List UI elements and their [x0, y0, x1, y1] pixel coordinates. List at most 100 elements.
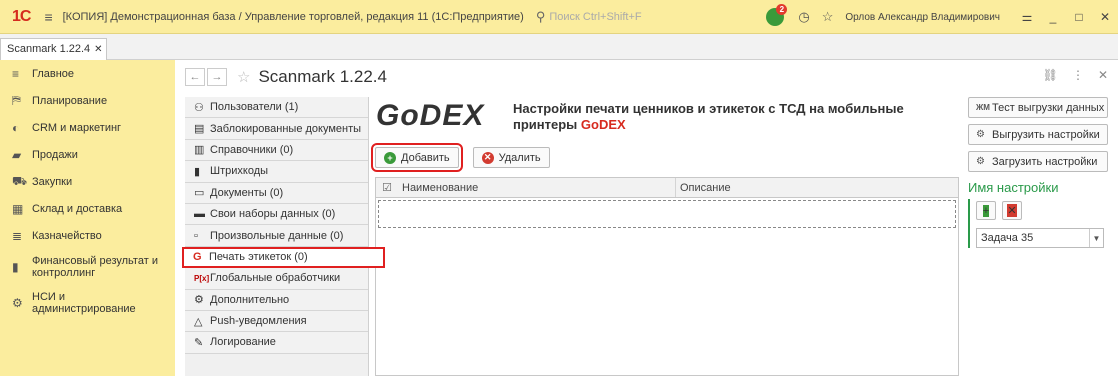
document-icon: ▭ — [194, 187, 205, 200]
hamburger-menu-icon[interactable]: ≡ — [44, 9, 52, 25]
global-search[interactable]: ⚲ Поиск Ctrl+Shift+F — [536, 9, 642, 25]
favorites-star-icon[interactable]: ☆ — [822, 9, 834, 25]
settings-menu-icon[interactable]: ⚌ — [1014, 10, 1040, 24]
column-header-description[interactable]: Описание — [675, 178, 958, 197]
barcode-icon: ▮ — [194, 165, 201, 178]
import-settings-button[interactable]: ⚙ Загрузить настройки — [968, 151, 1108, 172]
chart-icon: ▮ — [12, 260, 19, 274]
maximize-button[interactable]: □ — [1066, 10, 1092, 24]
close-form-icon[interactable]: ✕ — [1098, 68, 1108, 82]
add-button[interactable]: + Добавить — [371, 143, 463, 172]
export-icon: ⚙ — [976, 129, 985, 140]
nav-admin[interactable]: ⚙ НСИ и администрирование — [0, 285, 175, 321]
current-user[interactable]: Орлов Александр Владимирович — [845, 12, 1000, 23]
settings-table: ☑ Наименование Описание — [375, 177, 959, 376]
settings-mini-toolbar: + ✕ — [976, 201, 1108, 220]
nav-finance[interactable]: ▮ Финансовый результат и контроллинг — [0, 249, 175, 285]
nav-label: Главное — [32, 67, 75, 80]
nav-purchases[interactable]: ⛟ Закупки — [0, 168, 175, 195]
notifications-icon[interactable]: 2 — [766, 4, 788, 26]
toolbar: + Добавить ✕ Удалить — [371, 143, 550, 172]
sections-panel: ≡ Главное ⛿ Планирование ◐ CRM и маркетинг … — [0, 60, 175, 376]
panel-title-brand: GoDEX — [580, 117, 626, 132]
list-item-label: Push-уведомления — [210, 315, 307, 328]
back-arrow-icon[interactable]: ← — [185, 68, 205, 86]
checkbox-column-icon: ☑ — [382, 182, 392, 194]
nav-sales[interactable]: ▰ Продажи — [0, 141, 175, 168]
cart-icon: ⛟ — [12, 173, 28, 188]
forward-arrow-icon[interactable]: → — [207, 68, 227, 86]
search-placeholder: Поиск Ctrl+Shift+F — [549, 10, 642, 23]
godex-logo: GoDEX — [376, 99, 485, 132]
table-row[interactable] — [378, 200, 956, 228]
remove-setting-button[interactable]: ✕ — [1002, 201, 1022, 220]
nav-warehouse[interactable]: ▦ Склад и доставка — [0, 195, 175, 222]
tab-scanmark[interactable]: Scanmark 1.22.4 ✕ — [0, 38, 107, 60]
delete-icon: ✕ — [481, 151, 494, 164]
list-item-users[interactable]: ⚇ Пользователи (1) — [185, 97, 368, 119]
add-setting-button[interactable]: + — [976, 201, 996, 220]
list-item-custom-data[interactable]: ▫ Произвольные данные (0) — [185, 225, 368, 247]
minimize-button[interactable]: _ — [1040, 10, 1066, 24]
window-title: [КОПИЯ] Демонстрационная база / Управлен… — [62, 10, 524, 23]
form-area: ← → ☆ Scanmark 1.22.4 ⛓ ⋮ ✕ ⚇ Пользовател… — [175, 60, 1118, 376]
warehouse-icon: ▦ — [12, 201, 24, 216]
list-item-label: Справочники (0) — [210, 143, 294, 156]
list-item-barcodes[interactable]: ▮ Штрихкоды — [185, 161, 368, 183]
open-tabs-bar: Scanmark 1.22.4 ✕ — [0, 34, 1118, 60]
list-item-label-printing[interactable]: G Печать этикеток (0) — [182, 246, 385, 269]
handler-icon: P[x] — [194, 273, 210, 283]
chevron-down-icon[interactable]: ▼ — [1089, 229, 1103, 247]
close-button[interactable]: ✕ — [1092, 10, 1118, 24]
link-icon[interactable]: ⛓ — [1043, 68, 1058, 82]
list-item-datasets[interactable]: ▬ Свои наборы данных (0) — [185, 203, 368, 226]
task-select-value: Задача 35 — [981, 232, 1034, 244]
plus-icon: + — [982, 204, 990, 217]
list-item-push[interactable]: △ Push-уведомления — [185, 310, 368, 333]
bell-icon: △ — [194, 315, 203, 328]
nav-label: Казначейство — [32, 229, 102, 242]
test-export-button[interactable]: ЖМ Тест выгрузки данных — [968, 97, 1108, 118]
title-bar: 1С ≡ [КОПИЯ] Демонстрационная база / Упр… — [0, 0, 1118, 34]
settings-name-label: Имя настройки — [968, 180, 1059, 195]
list-item-locked-docs[interactable]: ▤ Заблокированные документы — [185, 118, 368, 140]
import-icon: ⚙ — [976, 156, 985, 167]
table-header: ☑ Наименование Описание — [376, 178, 958, 198]
list-item-logging[interactable]: ✎ Логирование — [185, 332, 368, 354]
test-icon: ЖМ — [976, 103, 990, 112]
notifications-badge: 2 — [776, 4, 788, 15]
column-header-name[interactable]: Наименование — [398, 182, 675, 194]
plus-icon: + — [384, 151, 396, 164]
nav-planning[interactable]: ⛿ Планирование — [0, 87, 175, 114]
table-icon: ▥ — [194, 144, 205, 157]
list-item-catalogs[interactable]: ▥ Справочники (0) — [185, 139, 368, 162]
list-item-label: Пользователи (1) — [210, 101, 299, 114]
list-item-documents[interactable]: ▭ Документы (0) — [185, 182, 368, 204]
nav-treasury[interactable]: ≣ Казначейство — [0, 222, 175, 249]
app-logo: 1С — [12, 7, 31, 25]
menu-icon: ≡ — [12, 66, 20, 81]
users-icon: ⚇ — [194, 101, 204, 114]
more-icon[interactable]: ⋮ — [1072, 68, 1084, 82]
nav-main[interactable]: ≡ Главное — [0, 60, 175, 87]
godex-g-icon: G — [193, 251, 202, 264]
task-select[interactable]: Задача 35 ▼ — [976, 228, 1104, 248]
panel-title-text: Настройки печати ценников и этикеток с Т… — [513, 101, 904, 132]
planning-icon: ⛿ — [12, 93, 21, 107]
nav-label: Продажи — [32, 148, 78, 161]
add-button-label: Добавить — [401, 151, 450, 164]
panel-title: Настройки печати ценников и этикеток с Т… — [513, 101, 953, 133]
search-icon: ⚲ — [535, 8, 546, 24]
history-icon[interactable]: ◷ — [798, 9, 809, 25]
export-settings-button[interactable]: ⚙ Выгрузить настройки — [968, 124, 1108, 145]
lock-icon: ▤ — [194, 123, 205, 136]
list-item-global-handlers[interactable]: P[x] Глобальные обработчики — [185, 268, 368, 290]
list-item-label: Логирование — [210, 336, 276, 349]
delete-button[interactable]: ✕ Удалить — [472, 147, 550, 168]
list-item-label: Документы (0) — [210, 186, 284, 199]
favorite-star-icon[interactable]: ☆ — [237, 68, 250, 86]
nav-crm[interactable]: ◐ CRM и маркетинг — [0, 114, 175, 141]
list-item-additional[interactable]: ⚙ Дополнительно — [185, 289, 368, 311]
logging-icon: ✎ — [194, 336, 204, 349]
close-tab-icon[interactable]: ✕ — [94, 44, 102, 55]
